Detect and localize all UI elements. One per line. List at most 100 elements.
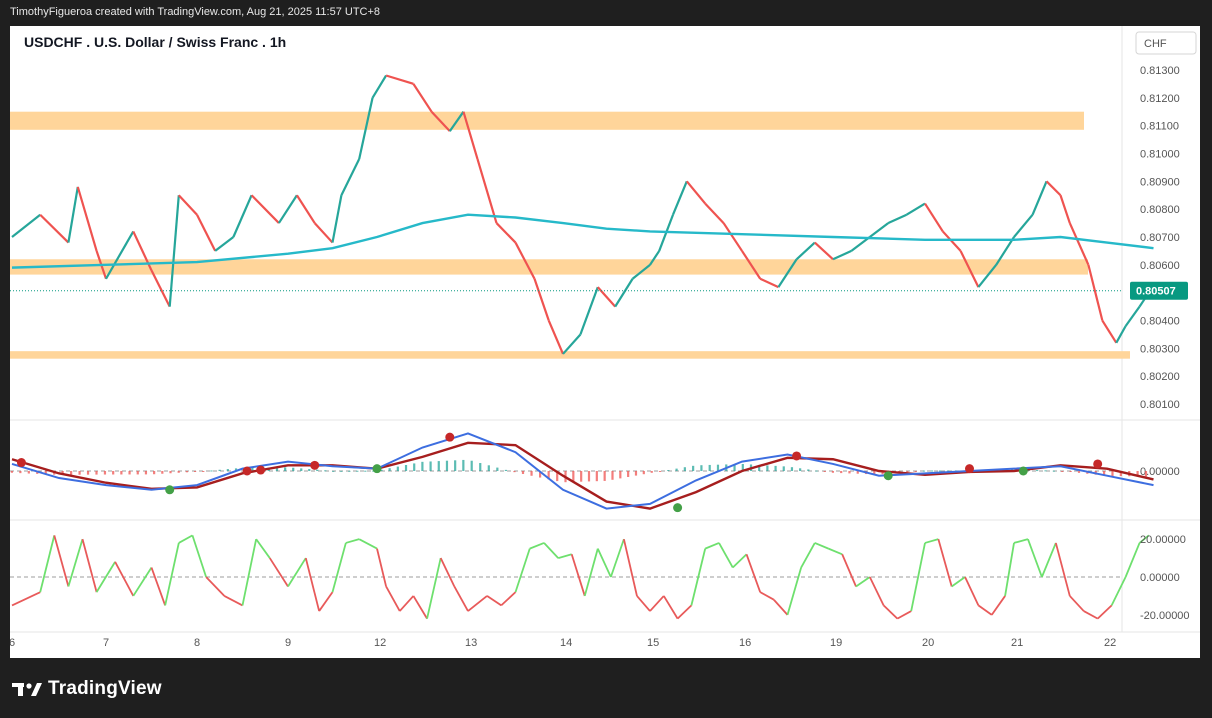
oscillator-histogram-bar <box>70 471 73 475</box>
price-segment <box>1013 214 1034 238</box>
momentum-segment <box>529 542 545 550</box>
oscillator-histogram-bar <box>316 469 319 471</box>
support-resistance-zone <box>10 351 1130 359</box>
momentum-segment <box>1027 538 1043 578</box>
time-tick-label: 14 <box>560 637 572 649</box>
oscillator-histogram-bar <box>356 470 359 472</box>
price-segment <box>371 74 388 99</box>
price-segment <box>11 213 41 238</box>
momentum-segment <box>223 595 243 607</box>
oscillator-histogram-bar <box>429 461 432 471</box>
momentum-segment <box>385 586 401 612</box>
price-tick-label: 0.80800 <box>1140 204 1180 216</box>
oscillator-histogram-bar <box>300 468 303 471</box>
price-tick-label: 0.80900 <box>1140 176 1180 188</box>
price-segment <box>795 241 816 261</box>
time-tick-label: 15 <box>647 637 659 649</box>
momentum-segment <box>649 595 665 612</box>
price-segment <box>1059 194 1071 224</box>
oscillator-histogram-bar <box>144 471 148 475</box>
momentum-segment <box>1083 610 1099 620</box>
oscillator-cross-marker <box>372 464 382 474</box>
oscillator-histogram-bar <box>823 471 826 472</box>
oscillator-histogram-bar <box>128 471 131 475</box>
oscillator-histogram-bar <box>766 465 769 471</box>
oscillator-histogram-bar <box>308 469 311 471</box>
oscillator-histogram-bar <box>667 470 670 472</box>
momentum-segment <box>814 542 829 550</box>
momentum-segment <box>924 538 939 544</box>
oscillator-fast-line <box>11 432 1154 510</box>
momentum-segment <box>358 538 378 550</box>
oscillator-histogram-bar <box>1111 471 1114 477</box>
oscillator-cross-marker <box>310 460 320 470</box>
oscillator-histogram-bar <box>782 466 785 471</box>
price-segment <box>596 286 617 308</box>
momentum-segment <box>1110 576 1127 606</box>
price-segment <box>277 194 298 224</box>
price-segment <box>67 186 79 243</box>
oscillator-cross-marker <box>1093 459 1103 469</box>
momentum-segment <box>500 591 517 607</box>
oscillator-histogram-bar <box>603 471 606 481</box>
oscillator-histogram-bar <box>1061 471 1064 472</box>
price-segment <box>832 249 852 261</box>
oscillator-histogram-bar <box>627 471 630 477</box>
momentum-segment <box>882 604 899 620</box>
momentum-segment <box>773 599 789 616</box>
price-segment <box>214 236 235 252</box>
oscillator-cross-marker <box>165 485 175 495</box>
momentum-segment <box>636 595 651 612</box>
price-segment <box>476 158 498 224</box>
momentum-segment <box>663 595 679 620</box>
oscillator-histogram-bar <box>906 471 909 473</box>
oscillator-cross-marker <box>445 432 455 442</box>
currency-label: CHF <box>1144 38 1167 50</box>
price-segment <box>1087 264 1104 321</box>
price-tick-label: 0.81200 <box>1140 93 1180 105</box>
time-tick-label: 13 <box>465 637 477 649</box>
oscillator-histogram-bar <box>1069 471 1072 472</box>
momentum-segment <box>439 557 456 587</box>
chart-svg[interactable]: 0.80507 USDCHF . U.S. Dollar / Swiss Fran… <box>10 26 1200 658</box>
oscillator-histogram-bar <box>587 471 591 482</box>
oscillator-histogram-bar <box>580 471 583 482</box>
price-segment <box>196 214 217 252</box>
oscillator-histogram-bar <box>774 465 777 471</box>
oscillator-histogram-bar <box>634 471 638 476</box>
momentum-segment <box>81 538 98 593</box>
price-segment <box>533 278 550 321</box>
oscillator-histogram-bar <box>479 463 482 471</box>
oscillator-histogram-bar <box>364 470 367 472</box>
momentum-segment <box>1054 542 1071 597</box>
price-segment <box>177 194 198 216</box>
momentum-segment <box>543 542 559 559</box>
momentum-segment <box>786 567 803 616</box>
oscillator-histogram-bar <box>177 471 180 473</box>
momentum-segment <box>164 542 180 606</box>
price-segment <box>331 195 343 243</box>
price-segment <box>1031 180 1048 216</box>
time-tick-label: 16 <box>739 637 751 649</box>
price-segment <box>722 222 743 252</box>
oscillator-histogram-bar <box>292 467 295 471</box>
oscillator-cross-marker <box>242 466 252 476</box>
time-tick-label: 22 <box>1104 637 1116 649</box>
time-tick-label: 9 <box>285 637 291 649</box>
momentum-segment <box>718 542 734 568</box>
price-segment <box>232 194 253 238</box>
momentum-segment <box>596 548 612 578</box>
momentum-segment <box>1124 542 1141 578</box>
momentum-segment <box>345 538 360 544</box>
oscillator-histogram-bar <box>78 471 81 475</box>
oscillator-histogram-bar <box>437 461 440 471</box>
price-segment <box>704 202 725 224</box>
chart-panel[interactable]: 0.80507 USDCHF . U.S. Dollar / Swiss Fran… <box>10 26 1200 658</box>
price-segment <box>562 333 582 355</box>
momentum-segment <box>287 557 307 587</box>
momentum-segment <box>759 591 775 601</box>
oscillator-histogram-bar <box>848 471 851 474</box>
time-tick-label: 7 <box>103 637 109 649</box>
momentum-segment <box>583 548 599 597</box>
price-segment <box>759 277 779 289</box>
